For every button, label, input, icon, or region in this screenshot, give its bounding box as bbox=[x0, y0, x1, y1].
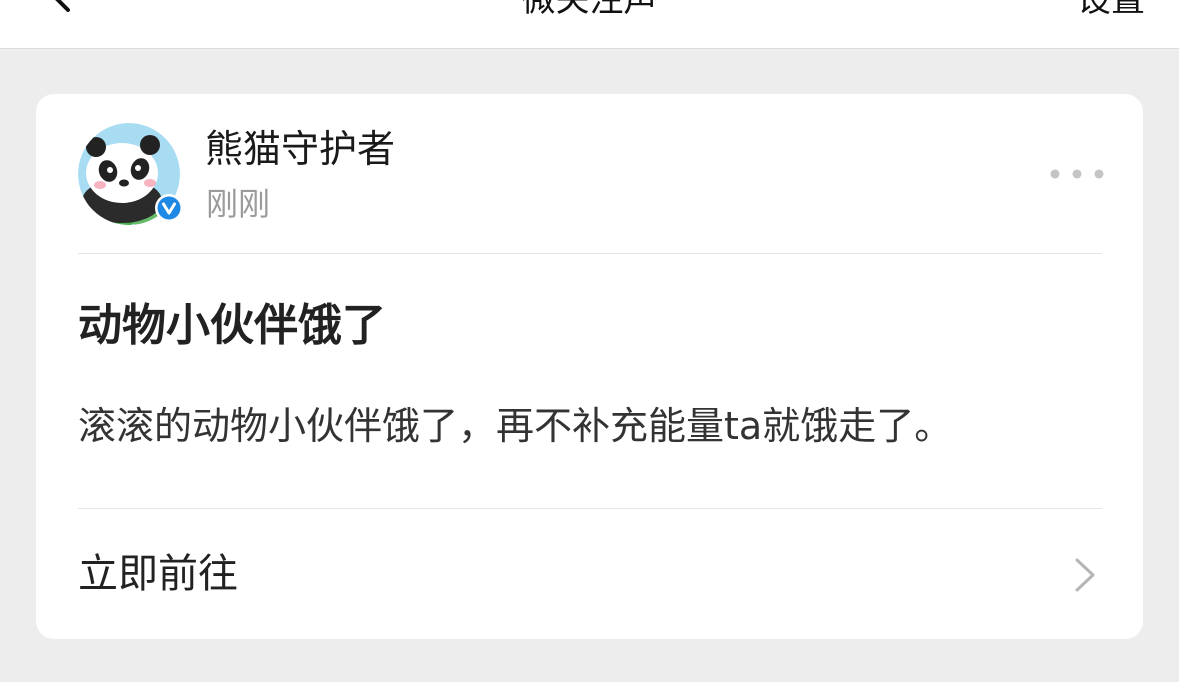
more-dots-icon[interactable] bbox=[1047, 162, 1107, 186]
post-time: 刚刚 bbox=[206, 185, 271, 223]
card-title: 动物小伙伴饿了 bbox=[78, 300, 386, 351]
go-now-link[interactable]: 立即前往 bbox=[78, 509, 1102, 639]
header-divider bbox=[78, 253, 1102, 254]
card-body: 滚滚的动物小伙伴饿了，再不补充能量ta就饿走了。 bbox=[78, 404, 953, 448]
settings-button[interactable]: 设置 bbox=[1077, 0, 1145, 20]
notification-card: 熊猫守护者 刚刚 动物小伙伴饿了 滚滚的动物小伙伴饿了，再不补充能量ta就饿走了… bbox=[36, 94, 1143, 639]
go-now-label: 立即前往 bbox=[78, 551, 238, 597]
chevron-right-icon bbox=[1075, 558, 1095, 592]
top-nav-bar: 微关注声 设置 bbox=[0, 0, 1179, 49]
page-title: 微关注声 bbox=[521, 0, 658, 20]
verified-v-icon bbox=[155, 194, 183, 222]
author-name[interactable]: 熊猫守护者 bbox=[205, 126, 395, 172]
avatar[interactable] bbox=[78, 123, 183, 225]
